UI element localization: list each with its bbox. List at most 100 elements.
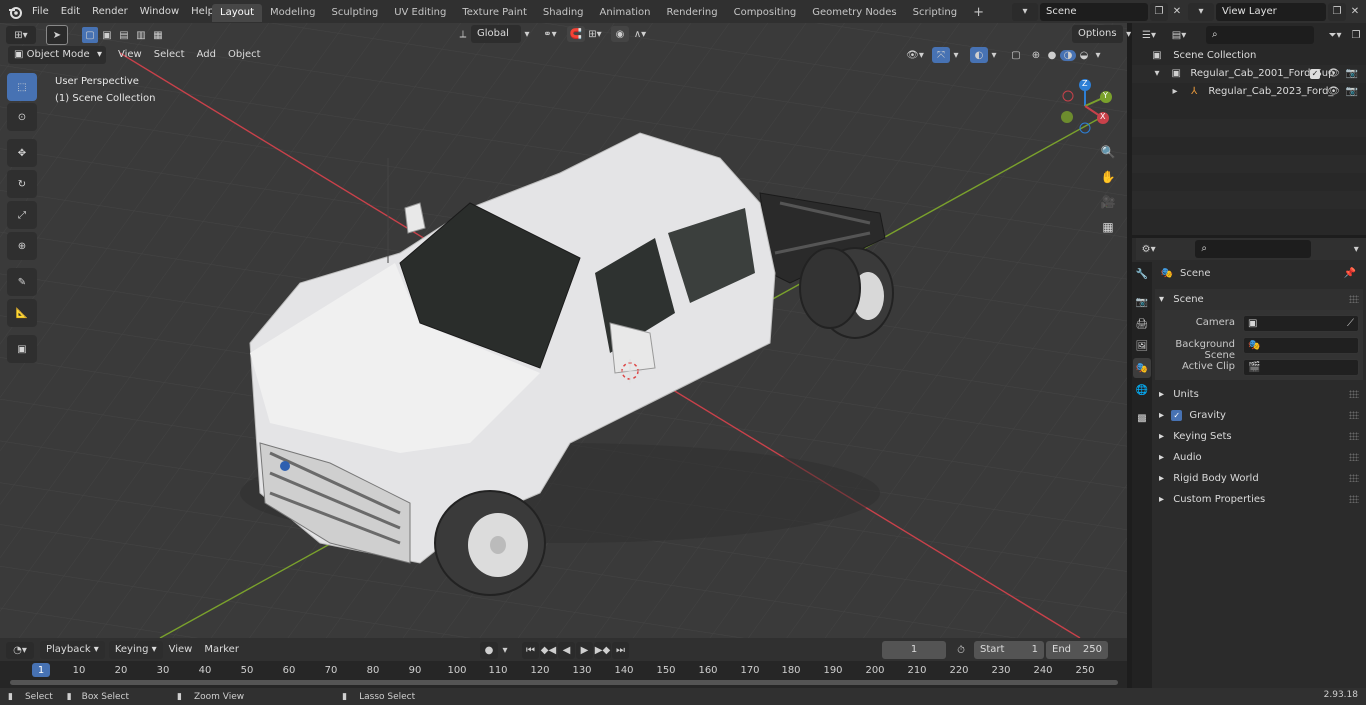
select-mode-intersect-icon[interactable]: ▦ <box>150 27 166 43</box>
menu-select[interactable]: Select <box>148 46 191 64</box>
prev-keyframe-icon[interactable]: ◆◀ <box>540 641 557 659</box>
stopwatch-icon[interactable]: ⏱ <box>950 645 972 656</box>
view-layer-browse-icon[interactable]: ▾ <box>1188 2 1214 21</box>
pin-icon[interactable]: 📌 <box>1344 268 1356 279</box>
outliner-row-regular-cab-2001[interactable]: ▾ ▣ Regular_Cab_2001_Ford_Sup ✓ 👁 📷 <box>1132 65 1366 83</box>
tab-sculpting[interactable]: Sculpting <box>324 4 387 22</box>
xray-toggle-icon[interactable]: ▢ <box>1008 50 1024 61</box>
tab-scripting[interactable]: Scripting <box>905 4 965 22</box>
eye-icon[interactable]: 👁 <box>1327 83 1340 101</box>
select-mode-subtract-icon[interactable]: ▤ <box>116 27 132 43</box>
eyedropper-icon[interactable]: ⟋ <box>1347 318 1354 329</box>
background-scene-field[interactable]: 🎭 <box>1243 337 1359 354</box>
scene-panel-header[interactable]: ▾ Scene <box>1155 289 1363 310</box>
drag-handle-icon[interactable] <box>1349 474 1359 482</box>
custom-properties-panel-header[interactable]: ▸ Custom Properties <box>1155 489 1363 510</box>
expand-arrow-right-icon[interactable]: ▸ <box>1170 83 1180 101</box>
texture-tab-icon[interactable]: ▩ <box>1133 408 1151 428</box>
scale-tool-icon[interactable]: ⤢ <box>7 201 37 229</box>
display-mode-icon[interactable]: ▤▾ <box>1166 30 1192 41</box>
menu-object[interactable]: Object <box>222 46 267 64</box>
start-frame-field[interactable]: Start 1 <box>974 641 1044 659</box>
menu-file[interactable]: File <box>26 0 55 23</box>
overlay-chevron-icon[interactable]: ▾ <box>988 50 1000 61</box>
options-button[interactable]: Options <box>1072 25 1123 43</box>
zoom-icon[interactable]: 🔍 <box>1097 141 1119 163</box>
tab-texture-paint[interactable]: Texture Paint <box>454 4 535 22</box>
perspective-grid-icon[interactable]: ▦ <box>1097 216 1119 238</box>
transform-tool-icon[interactable]: ⊕ <box>7 232 37 260</box>
chevron-down-icon[interactable]: ▾ <box>521 29 533 40</box>
scene-browse-icon[interactable]: ▾ <box>1012 2 1038 21</box>
falloff-icon[interactable]: ∧▾ <box>629 29 651 40</box>
tab-rendering[interactable]: Rendering <box>659 4 726 22</box>
camera-field[interactable]: ▣ ⟋ <box>1243 315 1359 332</box>
properties-editor-icon[interactable]: ⚙▾ <box>1136 244 1161 255</box>
end-frame-field[interactable]: End 250 <box>1046 641 1108 659</box>
move-tool-icon[interactable]: ✥ <box>7 139 37 167</box>
tab-geometry-nodes[interactable]: Geometry Nodes <box>804 4 904 22</box>
visibility-icon[interactable]: 👁▾ <box>902 50 928 61</box>
marker-menu[interactable]: Marker <box>198 641 245 659</box>
blender-logo-icon[interactable] <box>4 0 26 23</box>
jump-start-icon[interactable]: ⏮ <box>522 641 539 659</box>
tab-shading[interactable]: Shading <box>535 4 592 22</box>
transform-orientation-select[interactable]: Global <box>471 25 521 43</box>
tab-compositing[interactable]: Compositing <box>726 4 805 22</box>
next-keyframe-icon[interactable]: ▶◆ <box>594 641 611 659</box>
gravity-panel-header[interactable]: ▸ ✓ Gravity <box>1155 405 1363 426</box>
measure-tool-icon[interactable]: 📐 <box>7 299 37 327</box>
playback-menu[interactable]: Playback ▾ <box>40 641 105 659</box>
3d-viewport[interactable] <box>0 23 1127 638</box>
close-view-layer-icon[interactable]: ✕ <box>1346 3 1364 21</box>
current-frame-field[interactable]: 1 <box>882 641 946 659</box>
drag-handle-icon[interactable] <box>1349 453 1359 461</box>
audio-panel-header[interactable]: ▸ Audio <box>1155 447 1363 468</box>
outliner-search-input[interactable]: ⌕ <box>1206 26 1314 44</box>
new-scene-icon[interactable]: ❐ <box>1150 2 1168 21</box>
jump-end-icon[interactable]: ⏭ <box>612 641 629 659</box>
gravity-checkbox[interactable]: ✓ <box>1171 409 1183 421</box>
auto-key-chevron-icon[interactable]: ▾ <box>498 645 512 656</box>
annotate-tool-icon[interactable]: ✎ <box>7 268 37 296</box>
add-workspace-button[interactable]: + <box>965 4 992 22</box>
play-reverse-icon[interactable]: ◀ <box>558 641 575 659</box>
add-cube-tool-icon[interactable]: ▣ <box>7 335 37 363</box>
menu-add[interactable]: Add <box>191 46 222 64</box>
record-keyframe-icon[interactable]: ● <box>480 641 498 659</box>
timeline-editor-icon[interactable]: ◔▾ <box>6 641 34 659</box>
select-tool-icon[interactable]: ➤ <box>46 25 68 45</box>
close-scene-icon[interactable]: ✕ <box>1168 3 1186 21</box>
properties-search-input[interactable]: ⌕ <box>1195 240 1311 258</box>
select-box-tool-icon[interactable]: ⬚ <box>7 73 37 101</box>
outliner-row-scene-collection[interactable]: ▣ Scene Collection <box>1132 47 1366 65</box>
properties-options-icon[interactable]: ▾ <box>1347 244 1366 255</box>
menu-view[interactable]: View <box>112 46 148 64</box>
drag-handle-icon[interactable] <box>1349 411 1359 419</box>
cursor-tool-icon[interactable]: ⊙ <box>7 103 37 131</box>
active-clip-field[interactable]: 🎬 <box>1243 359 1359 376</box>
gizmo-chevron-icon[interactable]: ▾ <box>950 50 962 61</box>
gizmo-toggle-icon[interactable]: ⤧ <box>932 47 950 63</box>
shading-chevron-icon[interactable]: ▾ <box>1092 50 1104 61</box>
outliner-editor-icon[interactable]: ☰▾ <box>1136 30 1162 41</box>
timeline-scrollbar[interactable] <box>10 680 1118 685</box>
output-tab-icon[interactable]: 🖨 <box>1133 314 1151 334</box>
proportional-edit-icon[interactable]: ◉ <box>611 26 629 42</box>
select-mode-invert-icon[interactable]: ▥ <box>133 27 149 43</box>
world-tab-icon[interactable]: 🌐 <box>1133 380 1151 400</box>
render-tab-icon[interactable]: 📷 <box>1133 292 1151 312</box>
tab-modeling[interactable]: Modeling <box>262 4 324 22</box>
outliner-row-regular-cab-2023[interactable]: ▸ ⅄ Regular_Cab_2023_Ford_ 👁 📷 <box>1132 83 1366 101</box>
timeline-view-menu[interactable]: View <box>163 641 199 659</box>
expand-arrow-icon[interactable]: ▾ <box>1152 65 1162 83</box>
menu-render[interactable]: Render <box>86 0 134 23</box>
camera-view-icon[interactable]: 🎥 <box>1097 191 1119 213</box>
menu-edit[interactable]: Edit <box>55 0 86 23</box>
new-collection-icon[interactable]: ❐ <box>1348 30 1364 41</box>
pivot-point-icon[interactable]: ⚭▾ <box>537 29 563 40</box>
camera-render-icon[interactable]: 📷 <box>1346 83 1358 101</box>
units-panel-header[interactable]: ▸ Units <box>1155 384 1363 405</box>
view-layer-tab-icon[interactable]: 🖼 <box>1133 336 1151 356</box>
eye-icon[interactable]: 👁 <box>1327 65 1340 83</box>
